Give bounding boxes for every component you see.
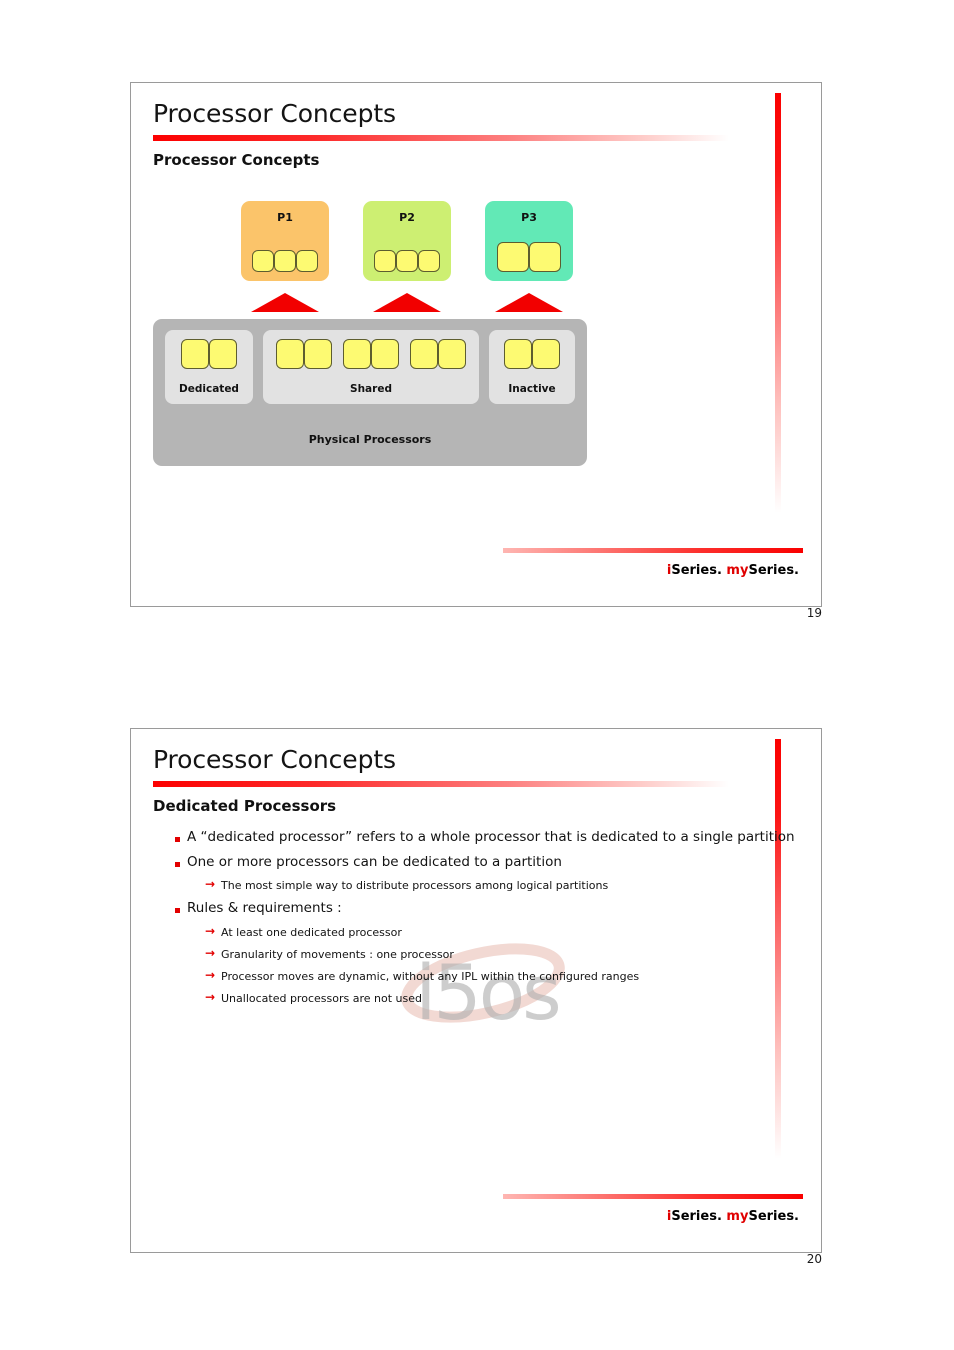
group-label-shared: Shared — [350, 383, 392, 395]
processor-chip — [396, 250, 418, 272]
physical-processor-chip — [304, 339, 332, 369]
right-accent-gradient-bar — [775, 93, 781, 513]
group-label-inactive: Inactive — [508, 383, 556, 395]
processor-group-inactive: Inactive — [489, 330, 575, 404]
chip-pair — [181, 339, 237, 369]
sub-bullet-item: At least one dedicated processor — [153, 925, 797, 938]
footer-brand: iSeries. mySeries. — [667, 1209, 799, 1224]
partition-box-p3: P3 — [485, 201, 573, 281]
footer-brand-series-2: Series. — [748, 563, 799, 578]
page-number: 19 — [806, 606, 822, 620]
sub-bullet-item: Granularity of movements : one processor — [153, 947, 797, 960]
physical-processors-bar: Dedicated Shared Inactive Physical Proce… — [153, 319, 587, 466]
allocation-arrows-row — [241, 293, 571, 315]
slide-subtitle: Processor Concepts — [153, 151, 320, 169]
group-chips-inactive — [489, 339, 575, 369]
page-number: 20 — [806, 1252, 822, 1266]
processor-chip — [497, 242, 529, 272]
processor-chip — [274, 250, 296, 272]
bullet-list: A “dedicated processor” refers to a whol… — [153, 830, 797, 1015]
partition-label-p1: P1 — [277, 211, 293, 224]
bullet-item: One or more processors can be dedicated … — [153, 855, 797, 870]
processor-chip — [418, 250, 440, 272]
physical-processor-chip — [209, 339, 237, 369]
processor-chip — [296, 250, 318, 272]
slide-subtitle: Dedicated Processors — [153, 797, 337, 815]
slide-dedicated-processors: Processor Concepts Dedicated Processors … — [130, 728, 822, 1253]
group-label-dedicated: Dedicated — [179, 383, 239, 395]
processor-group-shared: Shared — [263, 330, 479, 404]
footer-brand-accent-my: my — [726, 1209, 749, 1224]
partition-box-p1: P1 — [241, 201, 329, 281]
group-chips-shared — [263, 339, 479, 369]
bullet-item: Rules & requirements : — [153, 901, 797, 916]
physical-processor-chip — [181, 339, 209, 369]
partition-chips-p1 — [241, 250, 329, 272]
bullet-item: A “dedicated processor” refers to a whol… — [153, 830, 797, 845]
physical-processor-chip — [410, 339, 438, 369]
physical-processors-label: Physical Processors — [308, 433, 432, 446]
processor-allocation-diagram: P1 P2 P3 Dedicated Shared Inactive Physi… — [153, 201, 773, 491]
footer-gradient-rule — [503, 1194, 803, 1199]
sub-bullet-item: Unallocated processors are not used — [153, 991, 797, 1004]
footer-brand-accent-my: my — [726, 563, 749, 578]
sub-bullet-item: The most simple way to distribute proces… — [153, 878, 797, 891]
page-title: Processor Concepts — [153, 745, 396, 774]
arrow-up-icon — [251, 293, 319, 312]
physical-processor-chip — [504, 339, 532, 369]
processor-chip — [374, 250, 396, 272]
partition-chips-p3 — [485, 242, 573, 272]
physical-processor-chip — [532, 339, 560, 369]
footer-brand-series-2: Series. — [748, 1209, 799, 1224]
sub-bullet-item: Processor moves are dynamic, without any… — [153, 969, 797, 982]
title-underline-gradient — [153, 781, 729, 787]
arrow-up-icon — [373, 293, 441, 312]
footer-brand-series-1: Series. — [671, 563, 727, 578]
footer-brand-series-1: Series. — [671, 1209, 727, 1224]
partition-label-p2: P2 — [399, 211, 415, 224]
group-chips-dedicated — [165, 339, 253, 369]
chip-pair — [410, 339, 466, 369]
physical-processor-chip — [438, 339, 466, 369]
physical-processor-chip — [371, 339, 399, 369]
title-underline-gradient — [153, 135, 729, 141]
arrow-up-icon — [495, 293, 563, 312]
slide-processor-concepts-diagram: Processor Concepts Processor Concepts P1… — [130, 82, 822, 607]
processor-chip — [252, 250, 274, 272]
partition-chips-p2 — [363, 250, 451, 272]
processor-group-dedicated: Dedicated — [165, 330, 253, 404]
chip-pair — [343, 339, 399, 369]
footer-brand: iSeries. mySeries. — [667, 563, 799, 578]
partition-box-p2: P2 — [363, 201, 451, 281]
partition-label-p3: P3 — [521, 211, 537, 224]
page-title: Processor Concepts — [153, 99, 396, 128]
chip-pair — [276, 339, 332, 369]
logical-partitions-row: P1 P2 P3 — [241, 201, 573, 289]
chip-pair — [504, 339, 560, 369]
processor-chip — [529, 242, 561, 272]
physical-processor-chip — [276, 339, 304, 369]
footer-gradient-rule — [503, 548, 803, 553]
physical-processor-chip — [343, 339, 371, 369]
